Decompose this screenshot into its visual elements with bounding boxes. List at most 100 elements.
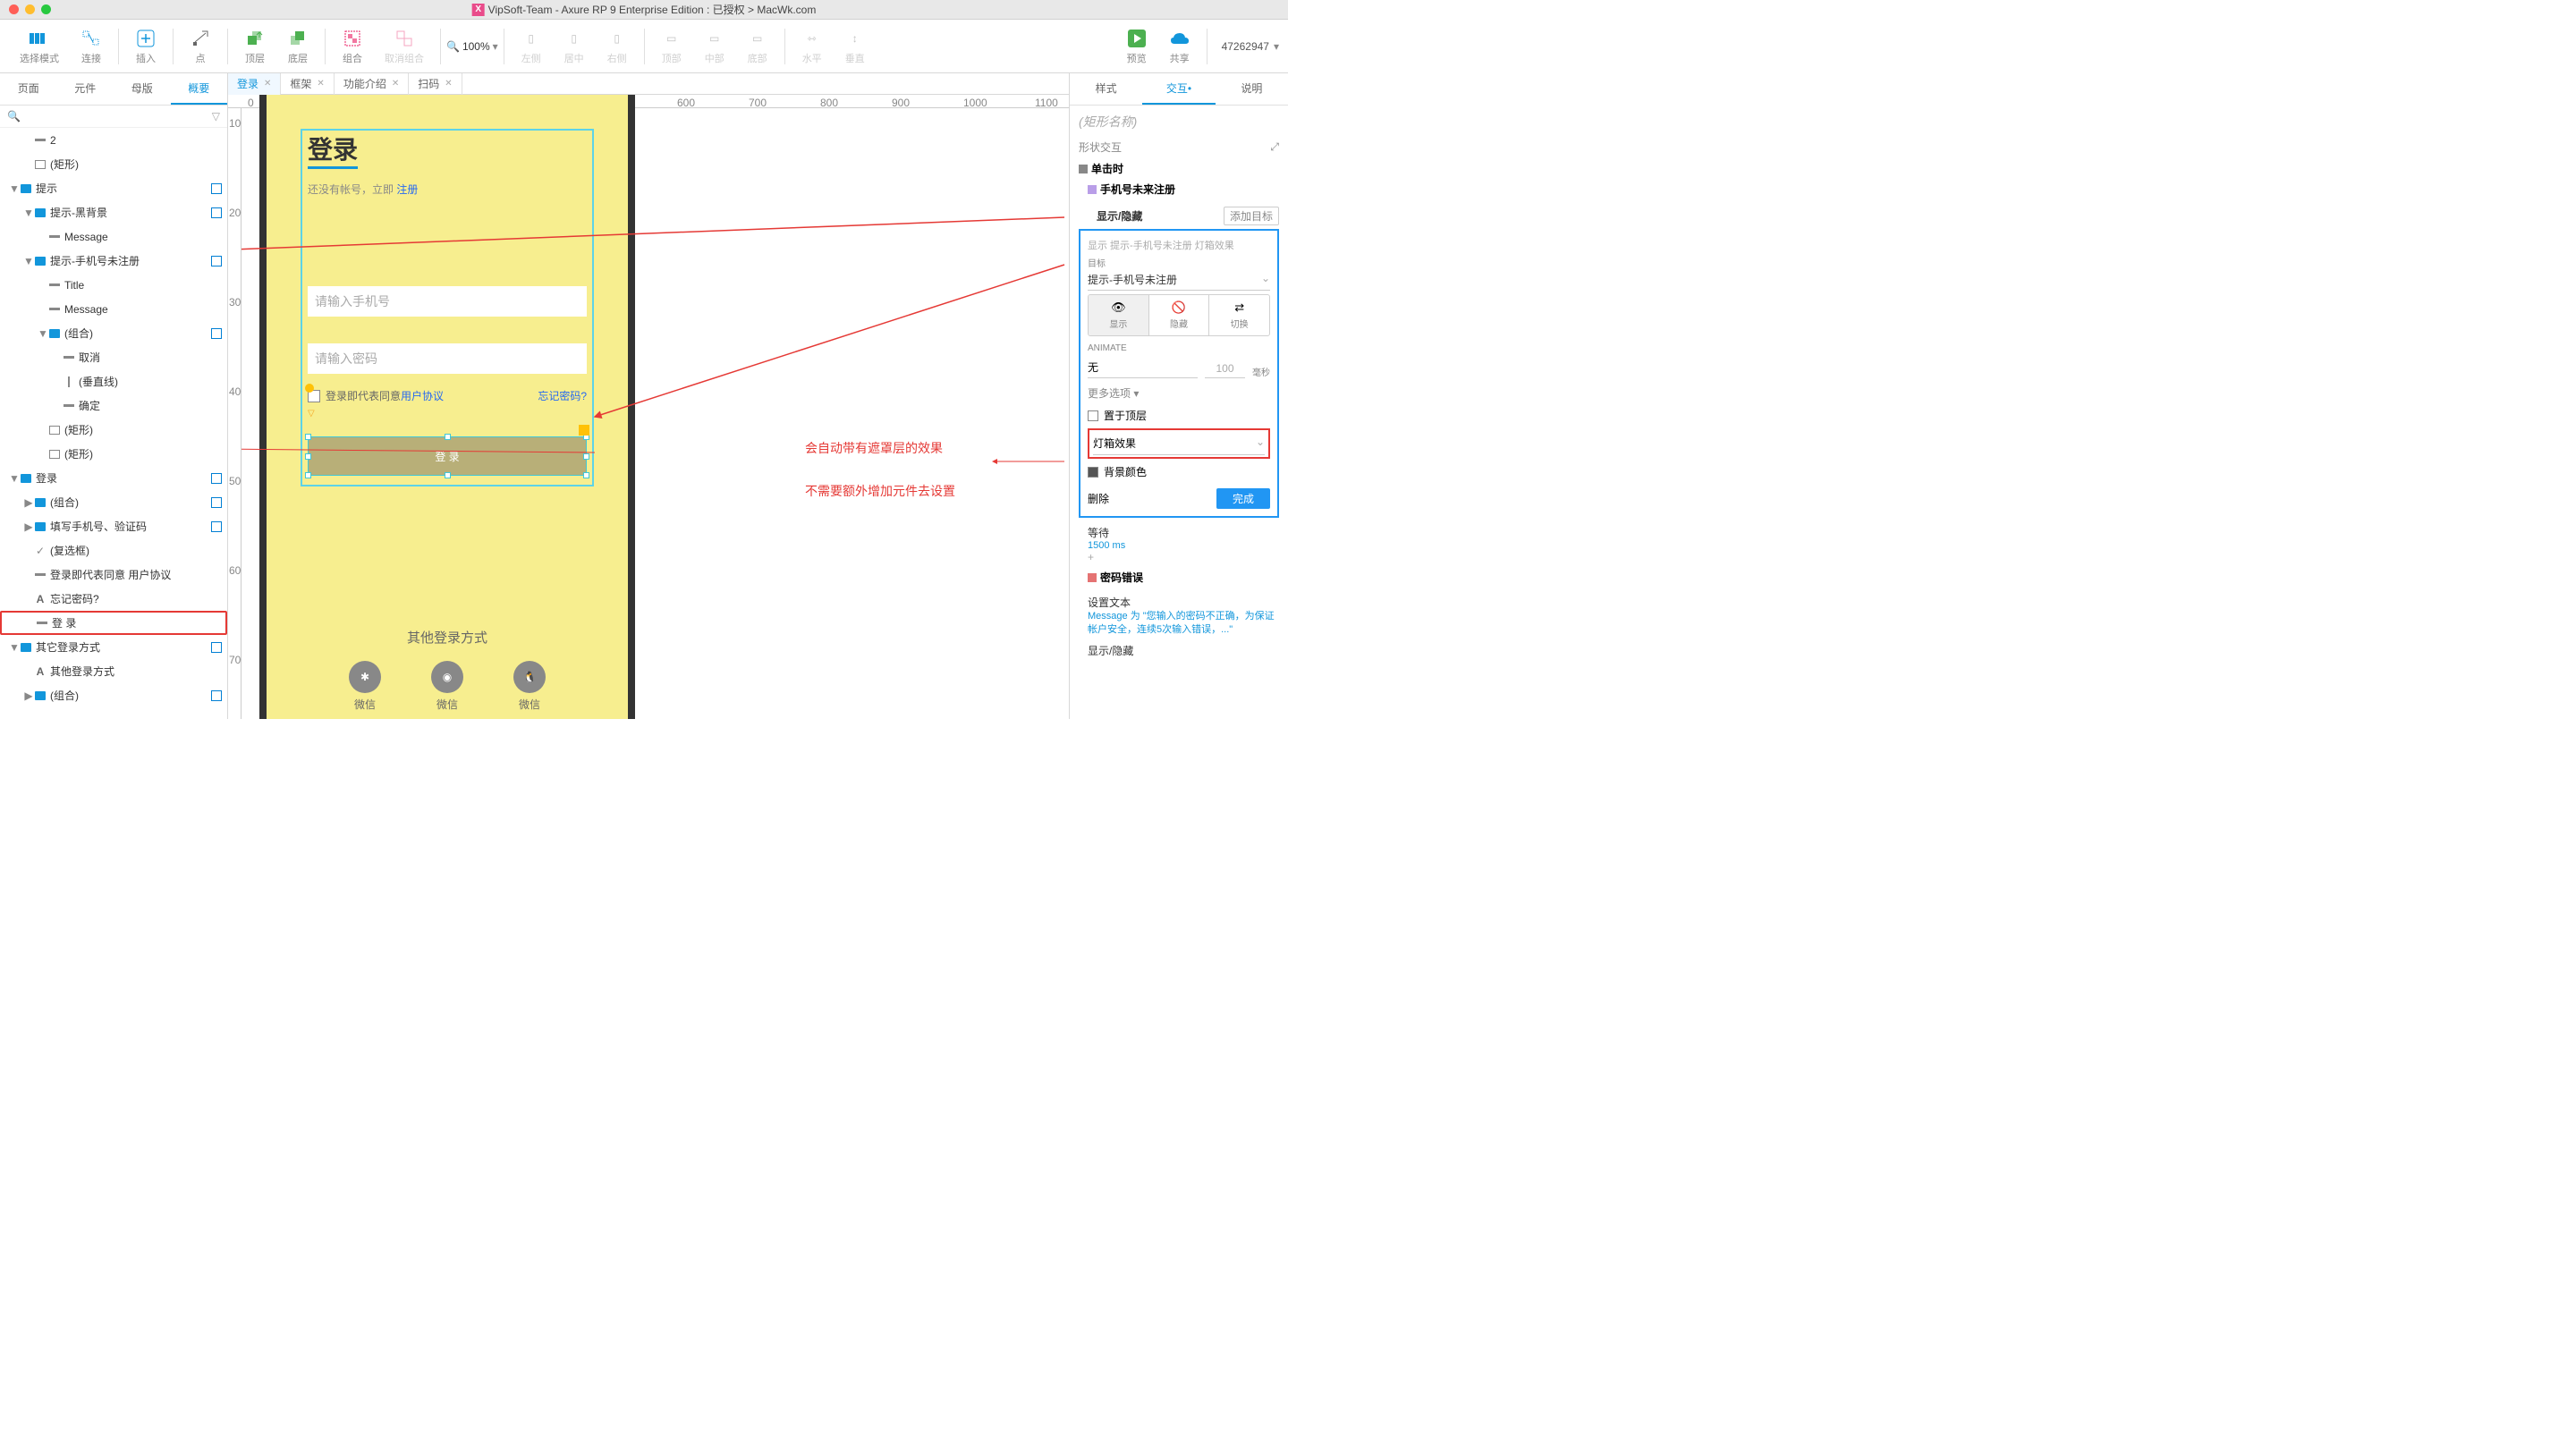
minimize-icon[interactable] <box>25 4 35 14</box>
shape-name-input[interactable]: (矩形名称) <box>1079 113 1279 131</box>
tab-outline[interactable]: 概要 <box>171 73 228 105</box>
align-bottom-button: ▭底部 <box>736 28 779 65</box>
other-login: 其他登录方式 ✱微信 ◉微信 🐧微信 <box>267 628 628 712</box>
maximize-icon[interactable] <box>41 4 51 14</box>
outline-item[interactable]: ▶填写手机号、验证码 <box>0 514 227 538</box>
tab-page[interactable]: 页面 <box>0 73 57 105</box>
target-select[interactable]: 提示-手机号未注册⌄ <box>1088 269 1270 291</box>
outline-item[interactable]: (矩形) <box>0 418 227 442</box>
done-button[interactable]: 完成 <box>1216 488 1270 509</box>
send-back-button[interactable]: 底层 <box>276 28 319 65</box>
wechat-icon[interactable]: ✱微信 <box>349 661 381 712</box>
ungroup-button: 取消组合 <box>374 28 435 65</box>
layer-bottom-icon <box>287 28 309 49</box>
filter-icon[interactable]: ▽ <box>212 110 220 123</box>
seg-hide[interactable]: 🚫隐藏 <box>1149 295 1210 335</box>
outline-item[interactable]: A其他登录方式 <box>0 659 227 683</box>
case-phone-unreg[interactable]: 手机号未来注册 <box>1079 179 1279 199</box>
align-middle-button: ▭中部 <box>693 28 736 65</box>
tab-widget[interactable]: 元件 <box>57 73 114 105</box>
outline-item[interactable]: 登录即代表同意 用户协议 <box>0 563 227 587</box>
phone-frame: 登录 还没有帐号，立即 注册 请输入手机号 请输入密码 登录即代表同意 用户协议… <box>259 95 635 719</box>
register-link[interactable]: 注册 <box>396 183 418 196</box>
app-icon: X <box>472 4 485 16</box>
canvas-tab[interactable]: 扫码✕ <box>409 73 462 95</box>
animate-duration[interactable]: 100 <box>1205 360 1245 378</box>
outline-item[interactable]: ▼提示-手机号未注册 <box>0 249 227 273</box>
outline-item[interactable]: Message <box>0 297 227 321</box>
seg-show[interactable]: 👁显示 <box>1089 295 1149 335</box>
outline-item[interactable]: 确定 <box>0 393 227 418</box>
outline-item[interactable]: ▼(组合) <box>0 321 227 345</box>
tab-style[interactable]: 样式 <box>1070 73 1142 105</box>
event-onclick[interactable]: 单击时 <box>1079 158 1279 179</box>
outline-item[interactable]: 2 <box>0 128 227 152</box>
left-panel: 页面 元件 母版 概要 🔍 ▽ 2(矩形)▼提示▼提示-黑背景Message▼提… <box>0 73 228 719</box>
bring-front-button[interactable]: 顶层 <box>233 28 276 65</box>
share-button[interactable]: 共享 <box>1158 28 1201 65</box>
delete-action[interactable]: 删除 <box>1088 491 1109 506</box>
canvas[interactable]: 登录 还没有帐号，立即 注册 请输入手机号 请输入密码 登录即代表同意 用户协议… <box>242 108 1069 719</box>
forgot-link[interactable]: 忘记密码? <box>538 388 587 403</box>
preview-button[interactable]: 预览 <box>1115 28 1158 65</box>
zoom-control[interactable]: 🔍 100% ▾ <box>446 40 498 53</box>
canvas-tab[interactable]: 登录✕ <box>228 73 281 95</box>
password-input[interactable]: 请输入密码 <box>308 343 587 374</box>
outline-item[interactable]: ▼其它登录方式 <box>0 635 227 659</box>
outline-item[interactable]: ▶(组合) <box>0 490 227 514</box>
distribute-h-button: ⇿水平 <box>791 28 834 65</box>
add-target-button[interactable]: 添加目标 <box>1224 207 1279 225</box>
tab-note[interactable]: 说明 <box>1216 73 1288 105</box>
outline-item[interactable]: A忘记密码? <box>0 587 227 611</box>
group-icon <box>342 28 363 49</box>
point-icon <box>190 28 211 49</box>
login-button[interactable]: 登 录 <box>308 436 587 476</box>
connect-button[interactable]: 连接 <box>70 28 113 65</box>
weibo-icon[interactable]: ◉微信 <box>431 661 463 712</box>
canvas-tab[interactable]: 框架✕ <box>281 73 334 95</box>
outline-item[interactable]: 登 录 <box>0 611 227 635</box>
outline-item[interactable]: ▼提示-黑背景 <box>0 200 227 224</box>
outline-item[interactable]: ✓(复选框) <box>0 538 227 563</box>
bg-color-check[interactable]: 背景颜色 <box>1088 464 1270 479</box>
outline-item[interactable]: (垂直线) <box>0 369 227 393</box>
ruler-vertical: 100200300400500600700 <box>228 108 242 719</box>
outline-item[interactable]: (矩形) <box>0 152 227 176</box>
case-pwd-error[interactable]: 密码错误 <box>1079 567 1279 588</box>
group-button[interactable]: 组合 <box>331 28 374 65</box>
outline-item[interactable]: 取消 <box>0 345 227 369</box>
search-icon: 🔍 <box>7 110 21 123</box>
canvas-tab[interactable]: 功能介绍✕ <box>335 73 409 95</box>
insert-button[interactable]: 插入 <box>124 28 167 65</box>
select-mode-button[interactable]: 选择模式 <box>9 28 70 65</box>
outline-search[interactable]: 🔍 ▽ <box>0 106 227 128</box>
qq-icon[interactable]: 🐧微信 <box>513 661 546 712</box>
phone-input[interactable]: 请输入手机号 <box>308 286 587 317</box>
visibility-segment[interactable]: 👁显示 🚫隐藏 ⇄切换 <box>1088 294 1270 336</box>
more-options[interactable]: 更多选项 ▾ <box>1088 385 1270 401</box>
close-icon[interactable] <box>9 4 19 14</box>
outline-item[interactable]: Message <box>0 224 227 249</box>
action-config: 显示 提示-手机号未注册 灯箱效果 目标 提示-手机号未注册⌄ 👁显示 🚫隐藏 … <box>1079 229 1279 518</box>
outline-item[interactable]: (矩形) <box>0 442 227 466</box>
animate-select[interactable]: 无 <box>1088 357 1198 378</box>
agreement-link[interactable]: 用户协议 <box>401 388 444 403</box>
seg-toggle[interactable]: ⇄切换 <box>1209 295 1269 335</box>
expand-icon[interactable]: ⤢ <box>1270 140 1279 154</box>
login-subtitle: 还没有帐号，立即 注册 <box>308 182 587 197</box>
tab-interact[interactable]: 交互• <box>1142 73 1215 105</box>
lightbox-select[interactable]: 灯箱效果⌄ <box>1088 428 1270 459</box>
action-show-hide[interactable]: 显示/隐藏 添加目标 <box>1079 207 1279 225</box>
outline-item[interactable]: ▼提示 <box>0 176 227 200</box>
point-button[interactable]: 点 <box>179 28 222 65</box>
outline-item[interactable]: Title <box>0 273 227 297</box>
outline-item[interactable]: ▶(组合) <box>0 683 227 707</box>
annotation-2: 不需要额外增加元件去设置 <box>805 482 955 500</box>
align-top-button: ▭顶部 <box>650 28 693 65</box>
outline-item[interactable]: ▼登录 <box>0 466 227 490</box>
bring-to-top-check[interactable]: 置于顶层 <box>1088 408 1270 423</box>
user-menu[interactable]: 47262947 ▾ <box>1222 40 1279 53</box>
outline-tree: 2(矩形)▼提示▼提示-黑背景Message▼提示-手机号未注册TitleMes… <box>0 128 227 719</box>
agree-checkbox[interactable] <box>308 390 320 402</box>
tab-master[interactable]: 母版 <box>114 73 171 105</box>
